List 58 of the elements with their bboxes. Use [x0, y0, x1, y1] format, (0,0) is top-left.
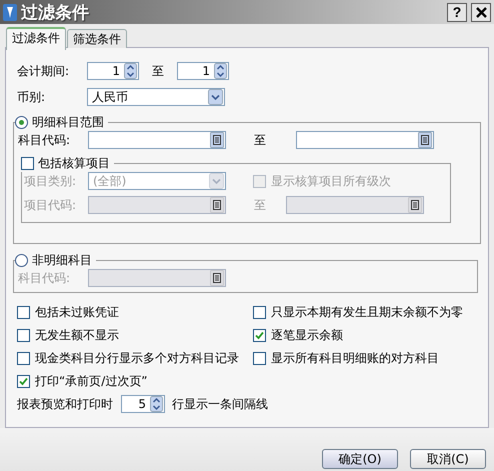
- checkbox-label: 现金类科目分行显示多个对方科目记录: [35, 350, 239, 366]
- checkbox-label: 包括未过账凭证: [35, 304, 119, 320]
- radio-label: 明细科目范围: [32, 114, 104, 131]
- spinner-arrows-icon[interactable]: [214, 63, 227, 79]
- checkbox[interactable]: [17, 328, 30, 342]
- lookup-icon[interactable]: [418, 132, 432, 148]
- checkbox-label: 逐笔显示余额: [271, 326, 343, 344]
- lookup-icon[interactable]: [210, 132, 224, 148]
- window-title: 过滤条件: [21, 2, 90, 24]
- checkbox-label: 无发生额不显示: [35, 326, 119, 344]
- checkbox-label: 打印“承前页/过次页”: [35, 372, 148, 390]
- checkbox[interactable]: [17, 374, 30, 388]
- help-button[interactable]: ?: [447, 2, 467, 22]
- checkbox[interactable]: [17, 306, 30, 318]
- checkbox-label: 只显示本期有发生且期末余额不为零: [271, 304, 463, 320]
- field-label: 科目代码:: [18, 132, 72, 148]
- account-code-from-field[interactable]: [88, 131, 226, 149]
- checkbox[interactable]: [21, 157, 34, 170]
- checkbox[interactable]: [253, 306, 266, 318]
- interval-spinner[interactable]: 5: [121, 395, 165, 413]
- field-label: 行显示一条间隔线: [172, 396, 268, 412]
- checkbox-label: 显示核算项目所有级次: [271, 172, 391, 190]
- spinner-arrows-icon[interactable]: [124, 63, 137, 79]
- field-label: 币别:: [17, 88, 46, 106]
- field-label: 项目类别:: [24, 172, 78, 190]
- tab[interactable]: 筛选条件: [67, 29, 127, 48]
- app-icon: [3, 4, 17, 20]
- tab[interactable]: 过滤条件: [6, 27, 66, 50]
- checkbox[interactable]: [253, 328, 266, 342]
- checkbox[interactable]: [253, 352, 266, 364]
- account-code-to-field[interactable]: [296, 131, 434, 149]
- account-code-field[interactable]: [88, 269, 226, 287]
- item-code-from-field[interactable]: [88, 196, 226, 214]
- radio-label: 非明细科目: [32, 252, 92, 269]
- currency-dropdown[interactable]: 人民币: [87, 88, 225, 106]
- cancel-button[interactable]: 取消(C): [410, 449, 486, 469]
- field-label: 科目代码:: [18, 270, 72, 286]
- range-separator: 至: [254, 132, 266, 148]
- lookup-icon[interactable]: [210, 197, 224, 213]
- item-code-to-field[interactable]: [286, 196, 424, 214]
- lookup-icon[interactable]: [210, 270, 224, 286]
- period-from-spinner[interactable]: 1: [87, 62, 139, 80]
- ok-button[interactable]: 确定(O): [322, 449, 398, 469]
- checkbox-label: 显示所有科目明细账的对方科目: [271, 350, 439, 366]
- close-button[interactable]: [471, 2, 491, 22]
- lookup-icon[interactable]: [408, 197, 422, 213]
- period-to-spinner[interactable]: 1: [177, 62, 229, 80]
- radio-button[interactable]: [15, 254, 28, 267]
- radio-button[interactable]: [15, 116, 28, 129]
- field-label: 项目代码:: [24, 196, 78, 214]
- spinner-arrows-icon[interactable]: [150, 396, 163, 412]
- close-icon: [476, 6, 486, 18]
- field-label: 会计期间:: [17, 62, 70, 80]
- checkbox-label: 包括核算项目: [38, 155, 110, 172]
- range-separator: 至: [152, 62, 164, 80]
- range-separator: 至: [254, 196, 266, 214]
- field-label: 报表预览和打印时: [17, 396, 113, 412]
- checkbox[interactable]: [17, 352, 30, 364]
